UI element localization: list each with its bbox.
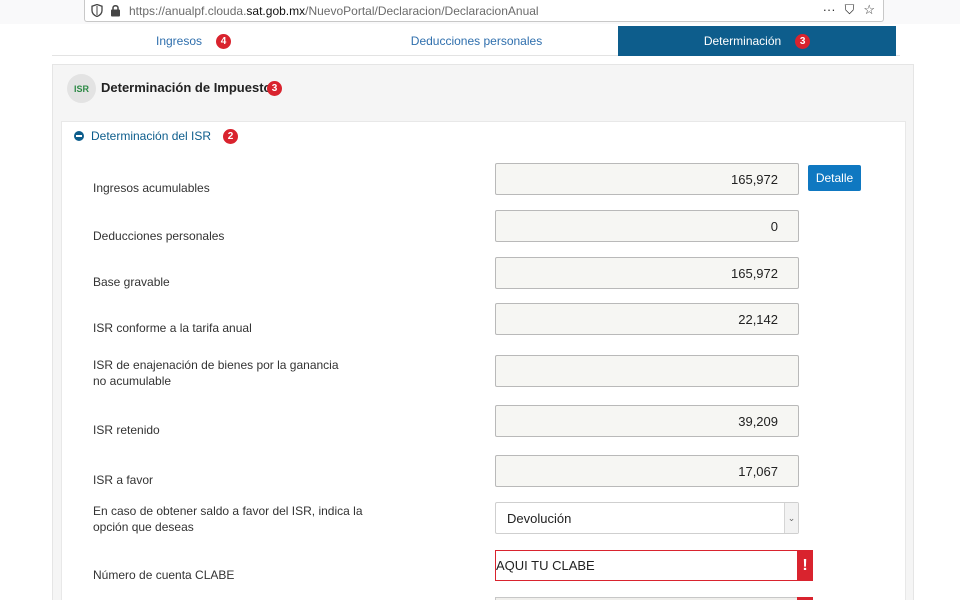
isr-tarifa-anual-field: 22,142 [495,303,799,335]
chevron-down-icon[interactable]: ⌄ [784,503,798,533]
tab-deducciones-personales[interactable]: Deducciones personales [335,26,618,56]
deducciones-personales-field: 0 [495,210,799,242]
field-label: ISR retenido [93,423,160,437]
isr-a-favor-field: 17,067 [495,455,799,487]
shield-icon[interactable] [91,4,103,17]
declaration-tabs: Ingresos 4 Deducciones personales Determ… [52,26,900,56]
tab-label: Determinación [703,34,782,48]
field-label: Ingresos acumulables [93,181,210,195]
field-label: Número de cuenta CLABE [93,568,235,582]
field-label: ISR a favor [93,473,154,487]
url-prefix: https://anualpf.clouda. [129,4,247,18]
page-actions-menu-icon[interactable]: ··· [823,3,836,17]
tab-determinacion[interactable]: Determinación 3 [618,26,896,56]
field-label: En caso de obtener saldo a favor del ISR… [93,504,363,534]
ingresos-acumulables-field: 165,972 [495,163,799,195]
address-bar[interactable]: https://anualpf.clouda.sat.gob.mx/NuevoP… [84,0,884,22]
detalle-button[interactable]: Detalle [808,165,861,191]
collapse-minus-icon[interactable] [74,131,84,141]
select-value: Devolución [507,511,572,526]
isr-panel: Determinación del ISR 2 Ingresos acumula… [61,121,906,600]
pocket-icon[interactable]: ⛉ [845,3,855,17]
saldo-favor-option-select[interactable]: Devolución ⌄ [495,502,799,534]
tab-label: Deducciones personales [410,34,543,48]
tab-label: Ingresos [155,34,203,48]
isr-enajenacion-field [495,355,799,387]
base-gravable-field: 165,972 [495,257,799,289]
isr-retenido-field: 39,209 [495,405,799,437]
field-label: ISR conforme a la tarifa anual [93,321,252,335]
section-title: Determinación de Impuesto [101,80,272,95]
url-text[interactable]: https://anualpf.clouda.sat.gob.mx/NuevoP… [129,4,539,18]
determinacion-section: ISR Determinación de Impuesto 3 Determin… [52,64,914,600]
browser-toolbar: https://anualpf.clouda.sat.gob.mx/NuevoP… [0,0,960,24]
field-label: Deducciones personales [93,229,225,243]
panel-title[interactable]: Determinación del ISR [91,129,211,143]
url-path: /NuevoPortal/Declaracion/DeclaracionAnua… [305,4,539,18]
panel-error-badge: 2 [223,128,239,144]
field-label: Base gravable [93,275,170,289]
bookmark-star-icon[interactable]: ☆ [863,3,875,17]
clabe-value: AQUI TU CLABE [496,558,595,573]
tab-error-badge: 4 [216,33,232,49]
url-domain: sat.gob.mx [246,4,306,18]
section-header: ISR Determinación de Impuesto 3 [53,65,913,112]
lock-icon[interactable] [110,4,121,17]
isr-icon: ISR [67,74,96,103]
field-label: ISR de enajenación de bienes por la gana… [93,358,339,388]
clabe-input[interactable]: AQUI TU CLABE ! [495,550,813,581]
error-icon: ! [797,550,813,581]
section-error-badge: 3 [267,81,282,96]
panel-header[interactable]: Determinación del ISR 2 [74,128,239,144]
tab-ingresos[interactable]: Ingresos 4 [52,26,335,56]
tab-error-badge: 3 [795,33,811,49]
